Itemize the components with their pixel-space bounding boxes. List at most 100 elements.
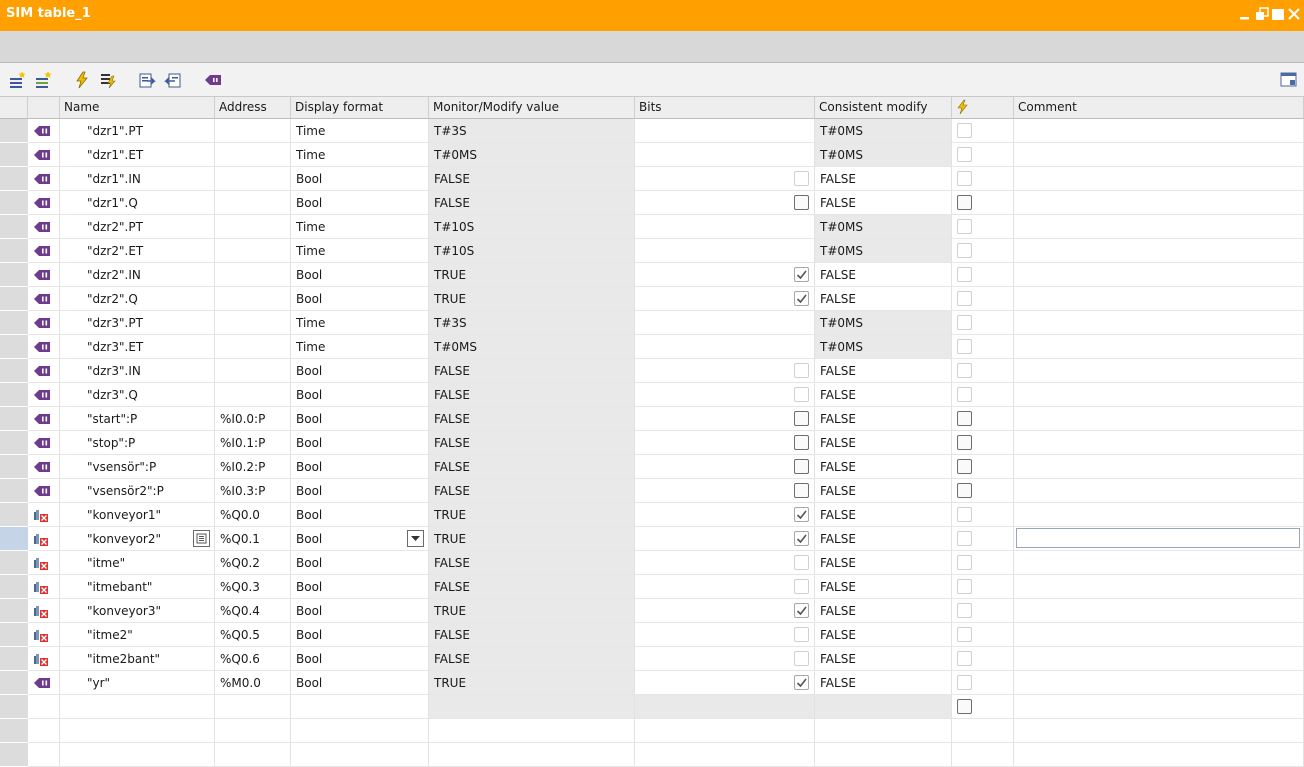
io-tag-icon[interactable] — [203, 70, 223, 90]
comment-cell[interactable] — [1014, 479, 1304, 503]
consistent-modify-cell[interactable]: T#0MS — [815, 311, 952, 335]
modify-trigger-checkbox[interactable] — [957, 315, 972, 330]
comment-cell[interactable] — [1014, 191, 1304, 215]
display-format-cell[interactable] — [291, 743, 429, 767]
display-format-cell[interactable]: Bool — [291, 647, 429, 671]
address-cell[interactable]: %Q0.4 — [215, 599, 291, 623]
bits-cell[interactable] — [635, 431, 815, 455]
name-cell[interactable]: "dzr1".PT — [60, 119, 215, 143]
address-cell[interactable]: %I0.2:P — [215, 455, 291, 479]
consistent-modify-cell[interactable]: FALSE — [815, 407, 952, 431]
row-selector[interactable] — [0, 527, 28, 551]
row-selector[interactable] — [0, 431, 28, 455]
row-selector[interactable] — [0, 503, 28, 527]
bits-cell[interactable] — [635, 119, 815, 143]
column-header-name[interactable]: Name — [60, 97, 215, 119]
row-selector[interactable] — [0, 263, 28, 287]
row-selector[interactable] — [0, 143, 28, 167]
comment-input[interactable] — [1016, 528, 1300, 548]
name-cell[interactable]: "konveyor1" — [60, 503, 215, 527]
bits-cell[interactable] — [635, 671, 815, 695]
consistent-modify-cell[interactable]: T#0MS — [815, 335, 952, 359]
modify-trigger-cell[interactable] — [952, 671, 1014, 695]
bit-checkbox[interactable] — [794, 483, 809, 498]
bit-checkbox[interactable] — [794, 555, 809, 570]
name-cell[interactable]: "dzr3".PT — [60, 311, 215, 335]
bit-checkbox[interactable] — [794, 171, 809, 186]
export-icon[interactable] — [137, 70, 157, 90]
row-selector[interactable] — [0, 671, 28, 695]
display-format-cell[interactable]: Time — [291, 311, 429, 335]
name-cell[interactable]: "dzr3".IN — [60, 359, 215, 383]
row-selector[interactable] — [0, 119, 28, 143]
name-cell[interactable]: "vsensör":P — [60, 455, 215, 479]
column-header-monitor-value[interactable]: Monitor/Modify value — [429, 97, 635, 119]
comment-cell[interactable] — [1014, 143, 1304, 167]
modify-icon[interactable] — [72, 70, 92, 90]
consistent-modify-cell[interactable]: T#0MS — [815, 239, 952, 263]
comment-cell[interactable] — [1014, 215, 1304, 239]
modify-trigger-checkbox[interactable] — [957, 147, 972, 162]
name-cell[interactable]: "itme2" — [60, 623, 215, 647]
comment-cell[interactable] — [1014, 623, 1304, 647]
bit-checkbox[interactable] — [794, 435, 809, 450]
insert-row-icon[interactable] — [33, 70, 53, 90]
address-cell[interactable] — [215, 287, 291, 311]
column-header-address[interactable]: Address — [215, 97, 291, 119]
name-cell[interactable]: "itme" — [60, 551, 215, 575]
address-cell[interactable]: %Q0.2 — [215, 551, 291, 575]
name-cell[interactable]: "dzr1".IN — [60, 167, 215, 191]
comment-cell[interactable] — [1014, 743, 1304, 767]
bit-checkbox[interactable] — [794, 387, 809, 402]
bits-cell[interactable] — [635, 311, 815, 335]
bit-checkbox[interactable] — [794, 507, 809, 522]
bits-cell[interactable] — [635, 215, 815, 239]
bits-cell[interactable] — [635, 647, 815, 671]
bits-cell[interactable] — [635, 143, 815, 167]
consistent-modify-cell[interactable]: FALSE — [815, 671, 952, 695]
bit-checkbox[interactable] — [794, 267, 809, 282]
name-cell[interactable]: "stop":P — [60, 431, 215, 455]
address-cell[interactable] — [215, 167, 291, 191]
address-cell[interactable]: %Q0.5 — [215, 623, 291, 647]
bits-cell[interactable] — [635, 287, 815, 311]
name-cell[interactable] — [60, 695, 215, 719]
display-format-cell[interactable]: Bool — [291, 191, 429, 215]
display-format-cell[interactable]: Bool — [291, 263, 429, 287]
address-cell[interactable] — [215, 191, 291, 215]
display-format-cell[interactable]: Bool — [291, 671, 429, 695]
bit-checkbox[interactable] — [794, 603, 809, 618]
row-selector[interactable] — [0, 695, 28, 719]
name-cell[interactable] — [60, 743, 215, 767]
name-cell[interactable]: "dzr1".ET — [60, 143, 215, 167]
display-format-cell[interactable]: Time — [291, 119, 429, 143]
bits-cell[interactable] — [635, 359, 815, 383]
comment-cell[interactable] — [1014, 167, 1304, 191]
column-header-comment[interactable]: Comment — [1014, 97, 1304, 119]
bits-cell[interactable] — [635, 551, 815, 575]
modify-trigger-checkbox[interactable] — [957, 291, 972, 306]
comment-cell[interactable] — [1014, 335, 1304, 359]
address-cell[interactable]: %Q0.6 — [215, 647, 291, 671]
display-format-cell[interactable]: Bool — [291, 527, 429, 551]
name-cell[interactable]: "dzr2".Q — [60, 287, 215, 311]
bit-checkbox[interactable] — [794, 627, 809, 642]
modify-trigger-checkbox[interactable] — [957, 339, 972, 354]
consistent-modify-cell[interactable]: FALSE — [815, 647, 952, 671]
modify-trigger-checkbox[interactable] — [957, 483, 972, 498]
modify-trigger-cell[interactable] — [952, 647, 1014, 671]
comment-cell[interactable] — [1014, 455, 1304, 479]
consistent-modify-cell[interactable]: FALSE — [815, 383, 952, 407]
consistent-modify-cell[interactable] — [815, 695, 952, 719]
display-format-cell[interactable]: Bool — [291, 479, 429, 503]
consistent-modify-cell[interactable]: FALSE — [815, 287, 952, 311]
name-cell[interactable]: "dzr3".Q — [60, 383, 215, 407]
minimize-icon[interactable] — [1238, 6, 1254, 22]
address-cell[interactable]: %I0.1:P — [215, 431, 291, 455]
name-cell[interactable]: "dzr2".PT — [60, 215, 215, 239]
bits-cell[interactable] — [635, 239, 815, 263]
display-format-cell[interactable]: Bool — [291, 623, 429, 647]
row-selector[interactable] — [0, 215, 28, 239]
column-header-bits[interactable]: Bits — [635, 97, 815, 119]
display-format-cell[interactable]: Bool — [291, 287, 429, 311]
